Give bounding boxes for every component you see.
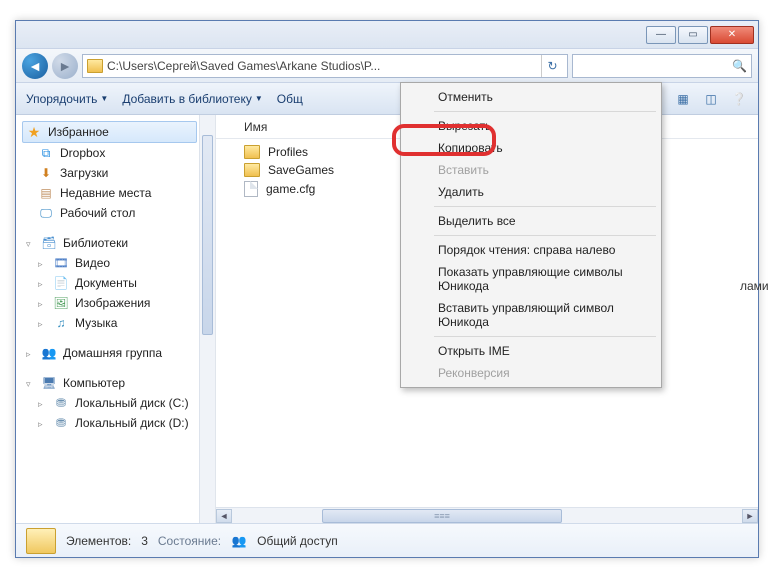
sidebar-item-documents[interactable]: ▹📄Документы [16,273,215,293]
scrollbar-thumb[interactable]: ≡≡≡ [322,509,562,523]
separator [434,111,656,112]
recent-icon: ▤ [38,185,54,201]
folder-icon [244,163,260,177]
sidebar: ★ Избранное ⧉Dropbox ⬇Загрузки ▤Недавние… [16,115,216,523]
computer-icon: 🖥 [41,375,57,391]
refresh-icon[interactable]: ↻ [541,55,563,77]
maximize-button[interactable]: ▭ [678,26,708,44]
share-label: Общ [277,92,303,106]
titlebar: — ▭ ✕ [16,21,758,49]
organize-menu[interactable]: Упорядочить ▼ [26,92,108,106]
sidebar-item-downloads[interactable]: ⬇Загрузки [16,163,215,183]
status-bar: Элементов: 3 Состояние: 👥 Общий доступ [16,523,758,557]
sidebar-item-pictures[interactable]: ▹🖼Изображения [16,293,215,313]
ctx-reconvert: Реконверсия [404,362,658,384]
separator [434,235,656,236]
status-shared: Общий доступ [257,534,338,548]
add-to-library-menu[interactable]: Добавить в библиотеку ▼ [122,92,262,106]
sidebar-item-dropbox[interactable]: ⧉Dropbox [16,143,215,163]
sidebar-scrollbar[interactable] [199,115,215,523]
sidebar-item-drive-c[interactable]: ▹⛃Локальный диск (C:) [16,393,215,413]
expand-icon: ▹ [38,259,47,268]
share-menu[interactable]: Общ [277,92,303,106]
documents-icon: 📄 [53,275,69,291]
expand-icon: ▹ [38,399,47,408]
ctx-show-unicode[interactable]: Показать управляющие символы Юникода [404,261,658,297]
libraries-header[interactable]: ▿🗃Библиотеки [16,233,215,253]
view-options-button[interactable]: ▦ [674,90,692,108]
pictures-icon: 🖼 [53,295,69,311]
obscured-text: лами [740,277,758,295]
sidebar-item-video[interactable]: ▹🎞Видео [16,253,215,273]
address-bar[interactable]: C:\Users\Сергей\Saved Games\Arkane Studi… [82,54,568,78]
expand-icon: ▹ [38,279,47,288]
separator [434,336,656,337]
ctx-undo[interactable]: Отменить [404,86,658,108]
file-icon [244,181,258,197]
ctx-rtl[interactable]: Порядок чтения: справа налево [404,239,658,261]
sidebar-item-music[interactable]: ▹♫Музыка [16,313,215,333]
address-text: C:\Users\Сергей\Saved Games\Arkane Studi… [107,59,537,73]
drive-icon: ⛃ [53,415,69,431]
expand-icon: ▹ [38,319,47,328]
downloads-icon: ⬇ [38,165,54,181]
ctx-copy[interactable]: Копировать [404,137,658,159]
favorites-label: Избранное [48,125,109,139]
addlib-label: Добавить в библиотеку [122,92,252,106]
sidebar-item-desktop[interactable]: 🖵Рабочий стол [16,203,215,223]
scroll-right-arrow[interactable]: ► [742,509,758,523]
computer-header[interactable]: ▿🖥Компьютер [16,373,215,393]
desktop-icon: 🖵 [38,205,54,221]
close-button[interactable]: ✕ [710,26,754,44]
star-icon: ★ [26,124,42,140]
scroll-left-arrow[interactable]: ◄ [216,509,232,523]
ctx-delete[interactable]: Удалить [404,181,658,203]
favorites-header[interactable]: ★ Избранное [22,121,197,143]
preview-pane-button[interactable]: ◫ [702,90,720,108]
ctx-cut[interactable]: Вырезать [404,115,658,137]
forward-button[interactable]: ► [52,53,78,79]
users-icon: 👥 [231,533,247,549]
drive-icon: ⛃ [53,395,69,411]
search-icon: 🔍 [732,59,747,73]
separator [434,206,656,207]
sidebar-item-recent[interactable]: ▤Недавние места [16,183,215,203]
minimize-button[interactable]: — [646,26,676,44]
homegroup-icon: 👥 [41,345,57,361]
horizontal-scrollbar[interactable]: ◄ ≡≡≡ ► [216,507,758,523]
scroll-track[interactable]: ≡≡≡ [232,509,742,523]
video-icon: 🎞 [53,255,69,271]
ctx-open-ime[interactable]: Открыть IME [404,340,658,362]
chevron-down-icon: ▼ [255,94,263,103]
folder-large-icon [26,528,56,554]
context-menu: Отменить Вырезать Копировать Вставить Уд… [400,82,662,388]
homegroup-header[interactable]: ▹👥Домашняя группа [16,343,215,363]
back-button[interactable]: ◄ [22,53,48,79]
status-count-label: Элементов: [66,534,131,548]
ctx-select-all[interactable]: Выделить все [404,210,658,232]
music-icon: ♫ [53,315,69,331]
status-state-label: Состояние: [158,534,221,548]
expand-icon: ▿ [26,239,35,248]
ctx-insert-unicode[interactable]: Вставить управляющий символ Юникода [404,297,658,333]
ctx-paste: Вставить [404,159,658,181]
search-box[interactable]: 🔍 [572,54,752,78]
expand-icon: ▹ [26,349,35,358]
dropbox-icon: ⧉ [38,145,54,161]
libraries-icon: 🗃 [41,235,57,251]
organize-label: Упорядочить [26,92,97,106]
navbar: ◄ ► C:\Users\Сергей\Saved Games\Arkane S… [16,49,758,83]
status-count: 3 [141,534,148,548]
chevron-down-icon: ▼ [100,94,108,103]
expand-icon: ▹ [38,299,47,308]
expand-icon: ▿ [26,379,35,388]
expand-icon: ▹ [38,419,47,428]
help-button[interactable]: ❔ [730,90,748,108]
sidebar-item-drive-d[interactable]: ▹⛃Локальный диск (D:) [16,413,215,433]
scrollbar-thumb[interactable] [202,135,213,335]
folder-icon [244,145,260,159]
folder-icon [87,59,103,73]
